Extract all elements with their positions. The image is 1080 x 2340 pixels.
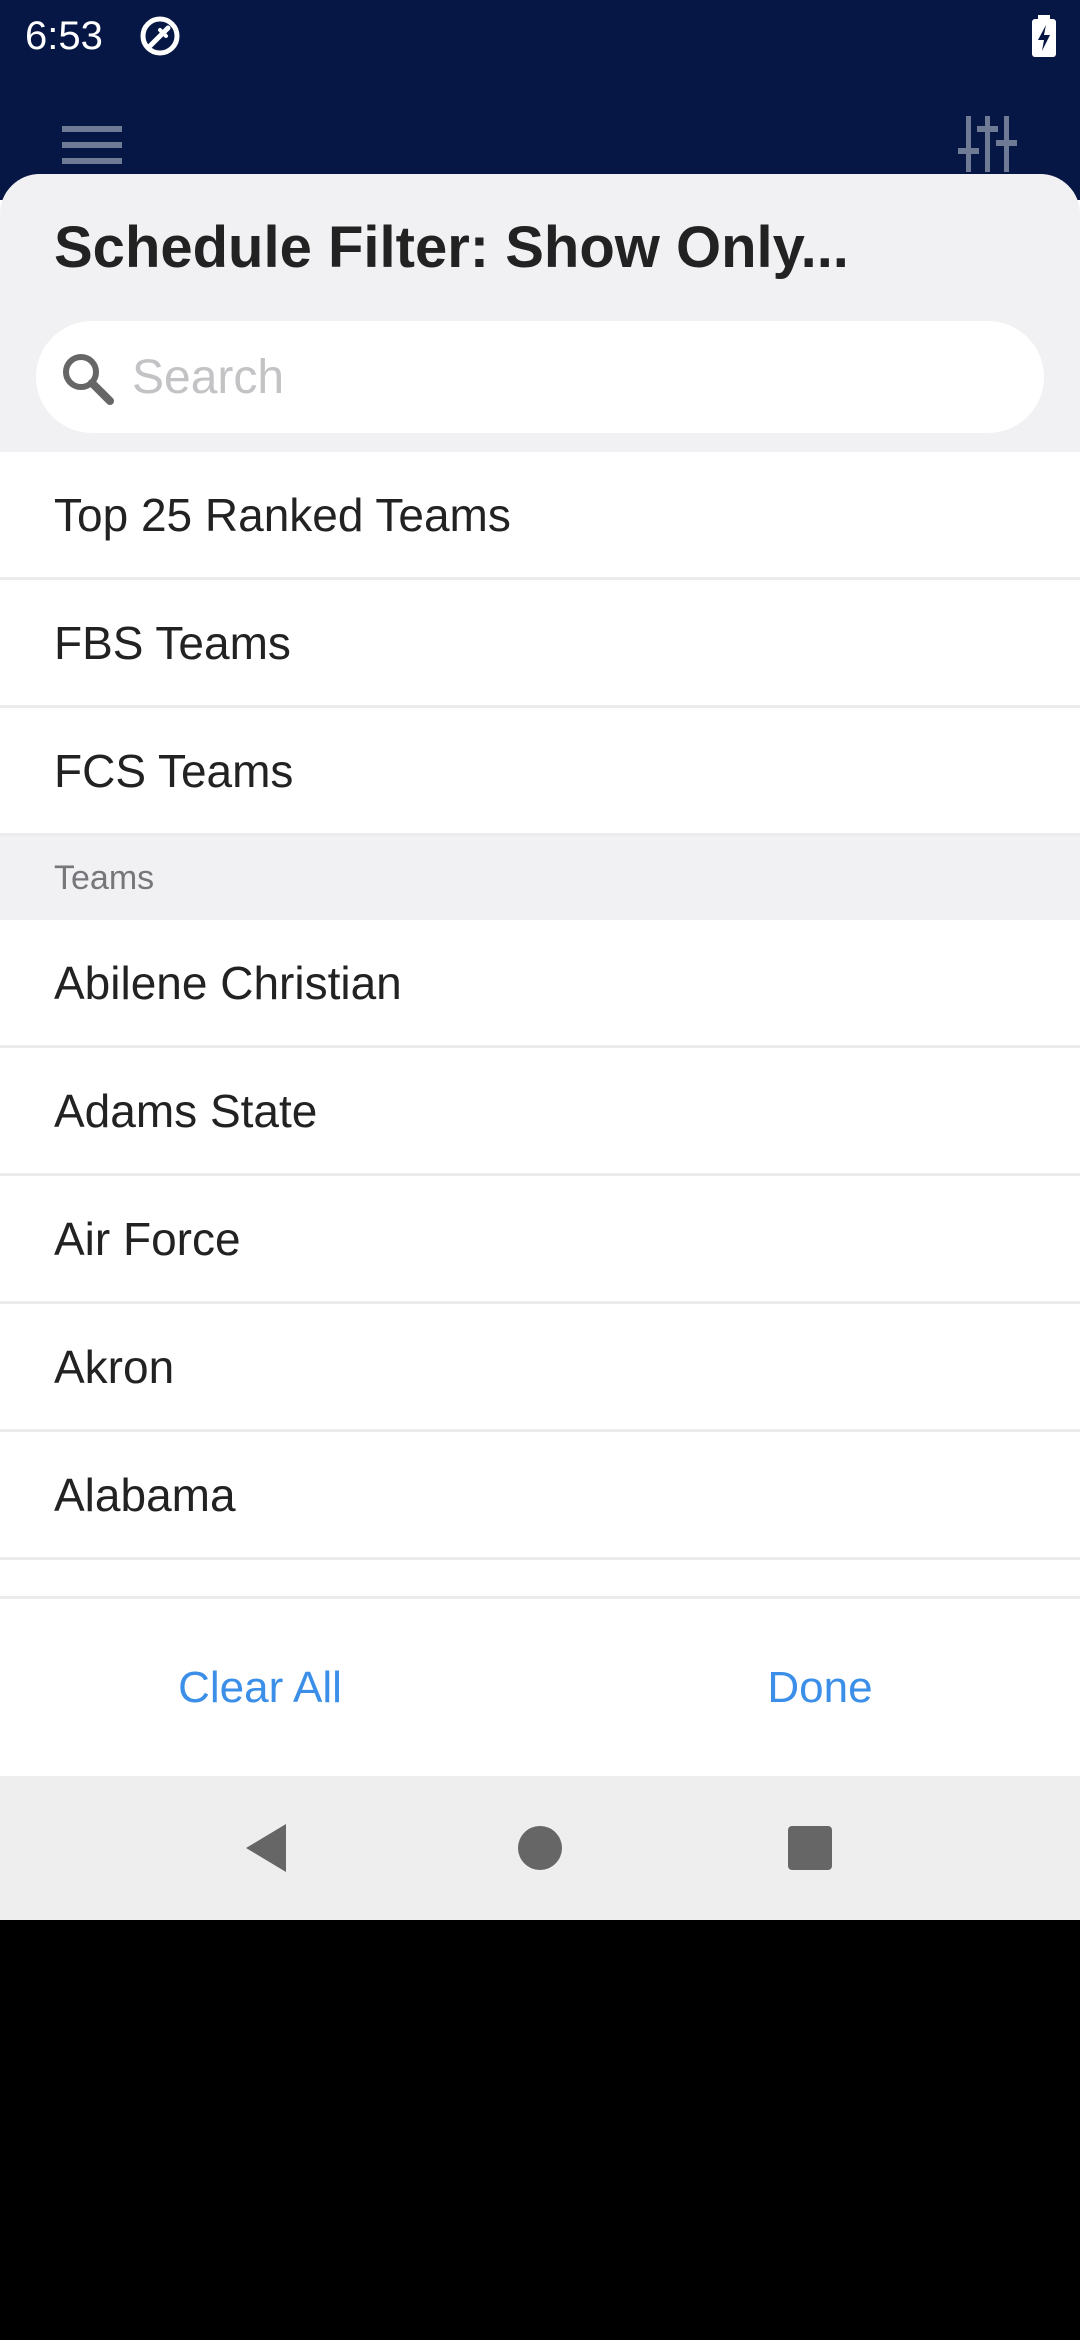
screen: 6:53 Schedule Filter: Show Only... Searc…: [0, 0, 1080, 1920]
search-icon: [63, 354, 114, 405]
system-nav-bar: [0, 1776, 1080, 1920]
clear-all-button[interactable]: Clear All: [100, 1599, 420, 1776]
team-item-air-force[interactable]: Air Force: [0, 1176, 1080, 1304]
list-item[interactable]: [0, 1560, 1080, 1600]
menu-icon[interactable]: [58, 120, 126, 170]
filter-sliders-icon[interactable]: [958, 112, 1018, 172]
back-icon[interactable]: [240, 1820, 296, 1876]
status-time: 6:53: [25, 14, 103, 58]
home-icon[interactable]: [516, 1820, 564, 1876]
sheet-header: Schedule Filter: Show Only...: [0, 174, 1080, 452]
team-item-akron[interactable]: Akron: [0, 1304, 1080, 1432]
filter-bottom-sheet: Schedule Filter: Show Only... Top 25 Ran…: [0, 174, 1080, 1776]
filter-item-fbs[interactable]: FBS Teams: [0, 580, 1080, 708]
team-item-adams-state[interactable]: Adams State: [0, 1048, 1080, 1176]
search-input[interactable]: [132, 321, 1012, 433]
sheet-footer: Clear All Done: [0, 1596, 1080, 1776]
search-bar[interactable]: [36, 321, 1044, 433]
battery-charging-icon: [1032, 15, 1056, 57]
team-item-abilene-christian[interactable]: Abilene Christian: [0, 920, 1080, 1048]
recents-icon[interactable]: [784, 1820, 836, 1876]
teams-section-header: Teams: [0, 836, 1080, 920]
filter-list: Top 25 Ranked Teams FBS Teams FCS Teams …: [0, 452, 1080, 1600]
done-button[interactable]: Done: [660, 1599, 980, 1776]
sheet-title: Schedule Filter: Show Only...: [54, 215, 849, 280]
team-item-alabama[interactable]: Alabama: [0, 1432, 1080, 1560]
filter-item-fcs[interactable]: FCS Teams: [0, 708, 1080, 836]
filter-item-top-25[interactable]: Top 25 Ranked Teams: [0, 452, 1080, 580]
app-header: 6:53: [0, 0, 1080, 200]
app-notification-icon: [140, 16, 180, 56]
